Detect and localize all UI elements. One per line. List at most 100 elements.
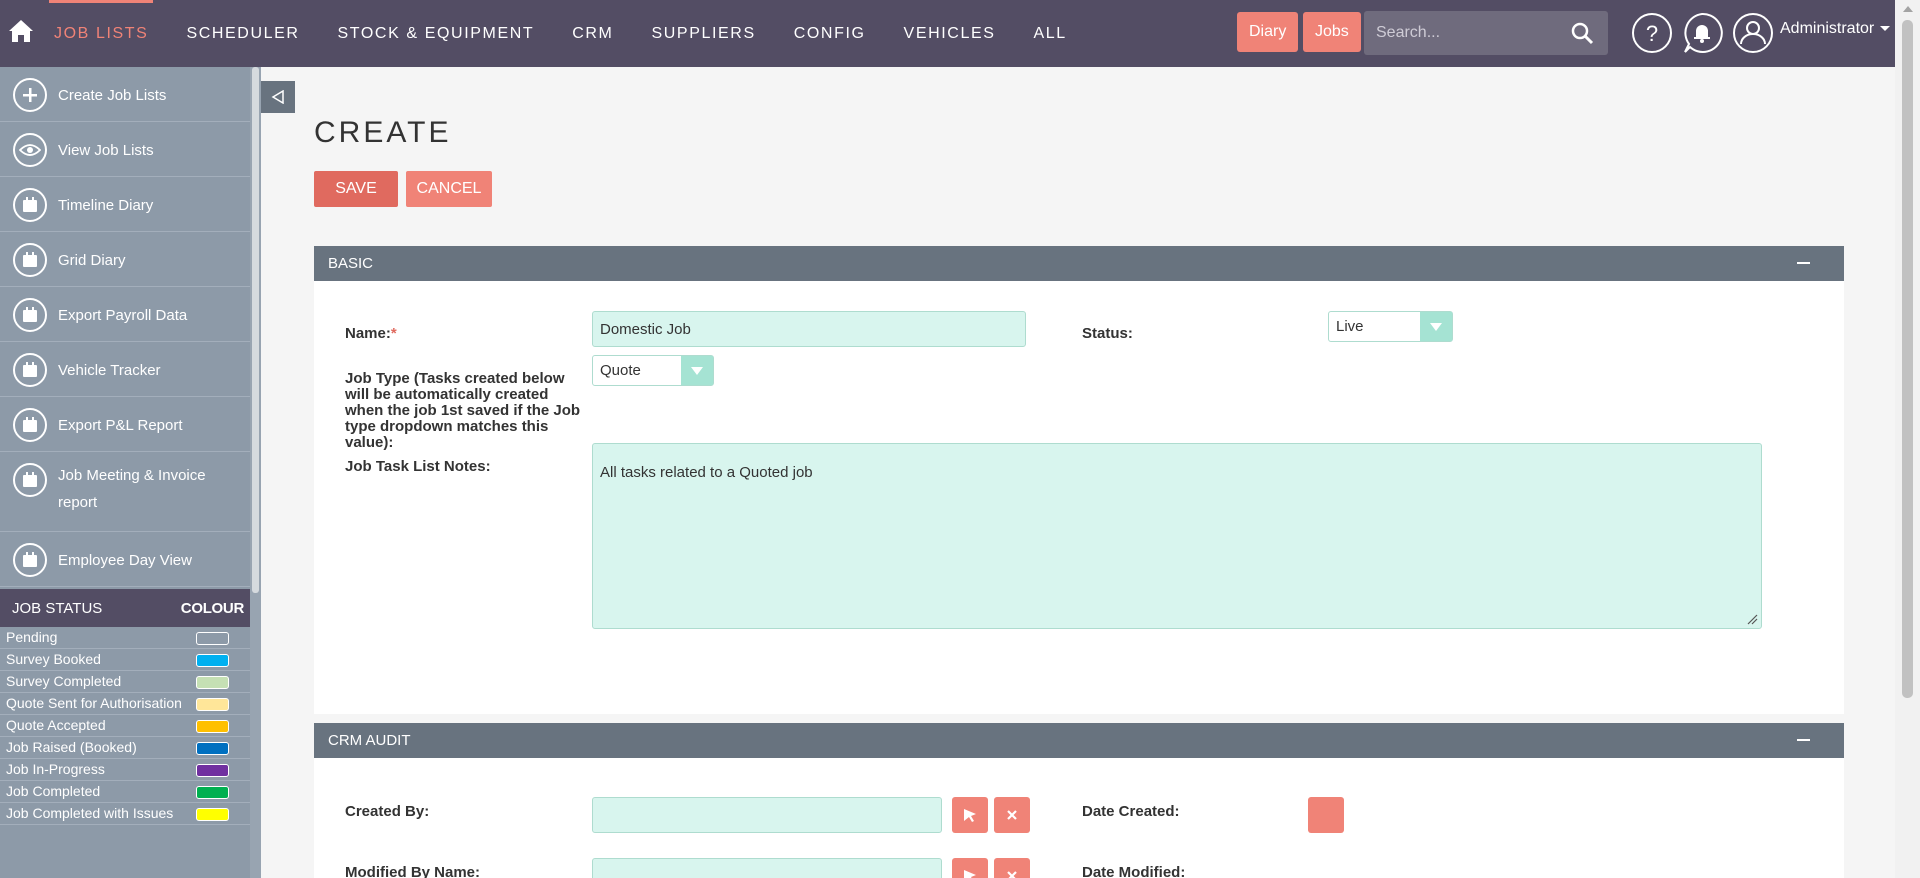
chevron-down-icon	[1420, 312, 1452, 341]
collapse-minus-icon[interactable]	[1797, 262, 1810, 264]
top-navbar: JOB LISTS SCHEDULER STOCK & EQUIPMENT CR…	[0, 0, 1920, 67]
job-type-select[interactable]: Quote	[592, 355, 714, 386]
status-row: Quote Accepted	[0, 715, 250, 737]
save-button[interactable]: SAVE	[314, 171, 398, 207]
sidebar-item-label: Export Payroll Data	[58, 307, 188, 324]
name-label-text: Name:	[345, 325, 391, 342]
sidebar-item-job-meeting-invoice-report[interactable]: Job Meeting & Invoice report	[0, 452, 250, 532]
page-scrollbar-thumb[interactable]	[1902, 20, 1913, 698]
status-row: Pending	[0, 627, 250, 649]
status-row: Job Completed	[0, 781, 250, 803]
sidebar-item-export-payroll-data[interactable]: Export Payroll Data	[0, 287, 250, 342]
cancel-button[interactable]: CANCEL	[406, 171, 492, 207]
status-color-swatch	[196, 764, 229, 777]
crm-audit-panel-header[interactable]: CRM AUDIT	[314, 723, 1844, 758]
status-row: Job Raised (Booked)	[0, 737, 250, 759]
sidebar-item-create-job-lists[interactable]: Create Job Lists	[0, 67, 250, 122]
sidebar-item-grid-diary[interactable]: Grid Diary	[0, 232, 250, 287]
main-nav: JOB LISTS SCHEDULER STOCK & EQUIPMENT CR…	[35, 0, 1086, 67]
home-icon[interactable]	[8, 18, 34, 44]
status-color-swatch	[196, 632, 229, 645]
cursor-arrow-icon	[964, 870, 976, 878]
collapse-minus-icon[interactable]	[1797, 739, 1810, 741]
basic-panel-title: BASIC	[328, 255, 374, 272]
status-select[interactable]: Live	[1328, 311, 1453, 342]
job-type-select-value: Quote	[600, 362, 641, 379]
nav-crm[interactable]: CRM	[553, 0, 632, 67]
calendar-icon	[13, 188, 47, 222]
sidebar-item-label: Employee Day View	[58, 552, 192, 569]
basic-panel-header[interactable]: BASIC	[314, 246, 1844, 281]
notes-textarea[interactable]: All tasks related to a Quoted job	[592, 443, 1762, 629]
calendar-icon	[13, 408, 47, 442]
calendar-icon	[13, 463, 47, 497]
sidebar-item-label: Grid Diary	[58, 252, 126, 269]
sidebar-scrollbar[interactable]	[250, 67, 261, 878]
sidebar-item-label: Job Meeting & Invoice report	[58, 467, 206, 511]
help-icon[interactable]: ?	[1631, 12, 1673, 54]
calendar-icon	[13, 353, 47, 387]
plus-icon	[13, 78, 47, 112]
clear-user-button[interactable]	[994, 797, 1030, 833]
status-select-value: Live	[1336, 318, 1364, 335]
nav-job-lists[interactable]: JOB LISTS	[35, 0, 167, 67]
nav-vehicles[interactable]: VEHICLES	[885, 0, 1015, 67]
status-color-swatch	[196, 720, 229, 733]
user-menu[interactable]: Administrator	[1780, 20, 1891, 38]
clear-user-button[interactable]	[994, 858, 1030, 878]
calendar-icon	[13, 298, 47, 332]
select-user-button[interactable]	[952, 858, 988, 878]
basic-panel-body: Name:* Status: Live Job Type (Tasks crea…	[314, 281, 1844, 714]
status-color-swatch	[196, 676, 229, 689]
status-row: Survey Booked	[0, 649, 250, 671]
notes-value: All tasks related to a Quoted job	[600, 464, 813, 481]
notification-bell-icon[interactable]	[1681, 12, 1723, 54]
diary-quick-button[interactable]: Diary	[1237, 12, 1299, 52]
sidebar-item-export-pl-report[interactable]: Export P&L Report	[0, 397, 250, 452]
name-field[interactable]	[592, 311, 1026, 347]
status-label: Survey Completed	[6, 673, 122, 689]
global-search	[1364, 11, 1608, 55]
sidebar: Create Job Lists View Job Lists Timeline…	[0, 67, 250, 878]
svg-text:?: ?	[1646, 21, 1658, 46]
sidebar-item-employee-day-view[interactable]: Employee Day View	[0, 532, 250, 587]
status-row: Job Completed with Issues	[0, 803, 250, 825]
sidebar-item-label: Vehicle Tracker	[58, 362, 161, 379]
modified-by-field[interactable]	[592, 858, 942, 878]
cursor-arrow-icon	[964, 809, 976, 822]
job-type-label: Job Type (Tasks created below will be au…	[345, 370, 581, 451]
sidebar-item-timeline-diary[interactable]: Timeline Diary	[0, 177, 250, 232]
nav-suppliers[interactable]: SUPPLIERS	[633, 0, 775, 67]
status-label: Job Completed	[6, 783, 101, 799]
status-label: Survey Booked	[6, 651, 101, 667]
select-user-button[interactable]	[952, 797, 988, 833]
nav-stock-equipment[interactable]: STOCK & EQUIPMENT	[319, 0, 554, 67]
status-row: Quote Sent for Authorisation	[0, 693, 250, 715]
sidebar-scrollbar-thumb[interactable]	[252, 67, 259, 593]
jobs-quick-button[interactable]: Jobs	[1303, 12, 1361, 52]
nav-scheduler[interactable]: SCHEDULER	[167, 0, 318, 67]
created-by-field[interactable]	[592, 797, 942, 833]
sidebar-collapse-button[interactable]	[261, 81, 295, 113]
search-input[interactable]	[1364, 11, 1564, 55]
calendar-icon	[13, 543, 47, 577]
user-avatar-icon[interactable]	[1732, 12, 1774, 54]
scroll-up-arrow-icon[interactable]	[1903, 6, 1913, 12]
job-status-heading: JOB STATUS	[12, 599, 103, 617]
sidebar-item-label: View Job Lists	[58, 142, 154, 159]
sidebar-item-view-job-lists[interactable]: View Job Lists	[0, 122, 250, 177]
status-color-swatch	[196, 654, 229, 667]
calendar-icon	[13, 243, 47, 277]
status-label: Status:	[1082, 325, 1133, 342]
status-color-swatch	[196, 742, 229, 755]
name-label: Name:*	[345, 326, 397, 342]
sidebar-item-vehicle-tracker[interactable]: Vehicle Tracker	[0, 342, 250, 397]
nav-config[interactable]: CONFIG	[775, 0, 885, 67]
sidebar-item-label: Create Job Lists	[58, 87, 167, 104]
status-label: Job Completed with Issues	[6, 805, 174, 821]
page-scrollbar[interactable]	[1895, 0, 1920, 878]
nav-all[interactable]: ALL	[1015, 0, 1086, 67]
search-icon[interactable]	[1570, 21, 1594, 45]
resize-handle-icon[interactable]	[1746, 613, 1758, 625]
chevron-down-icon	[1880, 26, 1891, 32]
